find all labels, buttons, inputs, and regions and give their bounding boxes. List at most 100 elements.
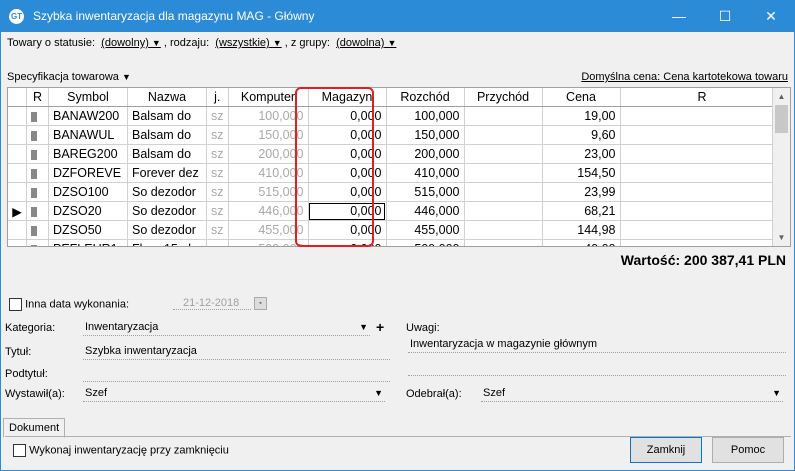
name-column-header[interactable]: Nazwa (127, 88, 207, 107)
in-qty-cell[interactable] (464, 144, 543, 164)
unit-cell[interactable]: sz (206, 182, 229, 202)
issued-by-select[interactable]: Szef ▼ (83, 385, 385, 402)
warehouse-qty-cell[interactable]: 0,000 (308, 220, 387, 240)
table-row[interactable]: BANAW200 Balsam do sz 100,000 0,000 100,000 19… (8, 106, 785, 126)
r-cell[interactable] (620, 182, 785, 202)
scroll-thumb[interactable] (775, 105, 788, 133)
price-cell[interactable]: 144,98 (542, 220, 621, 240)
price-cell[interactable]: 68,21 (542, 201, 621, 221)
status-filter-dropdown[interactable]: (dowolny) ▼ (101, 37, 161, 49)
r-cell[interactable] (620, 163, 785, 183)
r-cell[interactable] (620, 125, 785, 145)
group-filter-dropdown[interactable]: (dowolna) ▼ (336, 37, 396, 49)
category-select[interactable]: Inwentaryzacja ▼ (83, 319, 370, 336)
warehouse-qty-cell[interactable]: 0,000 (308, 106, 387, 126)
out-qty-cell[interactable]: 455,000 (386, 220, 465, 240)
name-cell[interactable]: So dezodor (127, 220, 207, 240)
out-qty-cell[interactable]: 515,000 (386, 182, 465, 202)
help-button[interactable]: Pomoc (712, 437, 784, 463)
price-cell[interactable]: 40,00 (542, 239, 621, 246)
price-cell[interactable]: 23,99 (542, 182, 621, 202)
name-cell[interactable]: So dezodor (127, 182, 207, 202)
default-price-link[interactable]: Domyślna cena: Cena kartotekowa towaru (581, 71, 788, 83)
table-row[interactable]: BAREG200 Balsam do sz 200,000 0,000 200,000 23… (8, 144, 785, 164)
name-cell[interactable]: Balsam do (127, 106, 207, 126)
r2-column-header[interactable]: R (620, 88, 785, 107)
notes-field-line[interactable] (408, 359, 786, 376)
subtitle-field[interactable] (83, 365, 390, 382)
grid-scrollbar[interactable]: ▲ ▼ (772, 88, 790, 246)
in-qty-cell[interactable] (464, 182, 543, 202)
r-cell[interactable] (620, 201, 785, 221)
computer-qty-cell[interactable]: 100,000 (228, 106, 309, 126)
price-cell[interactable]: 9,60 (542, 125, 621, 145)
computer-column-header[interactable]: Komputer (228, 88, 309, 107)
unit-cell[interactable]: sz (206, 201, 229, 221)
add-category-icon[interactable]: + (376, 319, 384, 335)
name-cell[interactable]: So dezodor (127, 201, 207, 221)
unit-cell[interactable]: sz (206, 144, 229, 164)
warehouse-qty-cell[interactable]: 0,000 (308, 163, 387, 183)
symbol-cell[interactable]: PEFLEUR1 (48, 239, 128, 246)
r-cell[interactable] (620, 144, 785, 164)
symbol-cell[interactable]: BAREG200 (48, 144, 128, 164)
symbol-cell[interactable]: BANAW200 (48, 106, 128, 126)
out-qty-cell[interactable]: 410,000 (386, 163, 465, 183)
symbol-cell[interactable]: DZSO100 (48, 182, 128, 202)
minimize-button[interactable]: — (656, 1, 702, 32)
r-cell[interactable] (620, 220, 785, 240)
computer-qty-cell[interactable]: 455,000 (228, 220, 309, 240)
unit-cell[interactable]: sz (206, 106, 229, 126)
unit-column-header[interactable]: j. (206, 88, 229, 107)
name-cell[interactable]: Balsam do (127, 144, 207, 164)
symbol-cell[interactable]: BANAWUL (48, 125, 128, 145)
name-cell[interactable]: Forever dez (127, 163, 207, 183)
warehouse-qty-cell[interactable]: 0,000 (308, 201, 387, 221)
warehouse-qty-cell[interactable]: 0,000 (308, 239, 387, 246)
in-qty-cell[interactable] (464, 239, 543, 246)
in-column-header[interactable]: Przychód (464, 88, 543, 107)
in-qty-cell[interactable] (464, 106, 543, 126)
unit-cell[interactable]: sz (206, 239, 229, 246)
symbol-cell[interactable]: DZFOREVE (48, 163, 128, 183)
unit-cell[interactable]: sz (206, 163, 229, 183)
close-window-button[interactable]: ✕ (748, 1, 794, 32)
table-row[interactable]: PEFLEUR1Fleur 15mlsz509,0000,000509,0004… (8, 239, 785, 246)
table-row[interactable]: DZSO50 So dezodor sz 455,000 0,000 455,000 144… (8, 220, 785, 240)
warehouse-column-header[interactable]: Magazyn (308, 88, 387, 107)
out-qty-cell[interactable]: 150,000 (386, 125, 465, 145)
computer-qty-cell[interactable]: 150,000 (228, 125, 309, 145)
symbol-cell[interactable]: DZSO50 (48, 220, 128, 240)
warehouse-qty-cell[interactable]: 0,000 (308, 125, 387, 145)
price-column-header[interactable]: Cena (542, 88, 621, 107)
r-cell[interactable] (620, 106, 785, 126)
date-field[interactable]: 21-12-2018 (173, 297, 251, 310)
computer-qty-cell[interactable]: 446,000 (228, 201, 309, 221)
computer-qty-cell[interactable]: 515,000 (228, 182, 309, 202)
kind-filter-dropdown[interactable]: (wszystkie) ▼ (215, 37, 281, 49)
price-cell[interactable]: 154,50 (542, 163, 621, 183)
tab-document[interactable]: Dokument (3, 418, 66, 438)
out-column-header[interactable]: Rozchód (386, 88, 465, 107)
close-button[interactable]: Zamknij (630, 437, 702, 463)
scroll-down-icon[interactable]: ▼ (773, 229, 790, 246)
unit-cell[interactable]: sz (206, 125, 229, 145)
price-cell[interactable]: 23,00 (542, 144, 621, 164)
in-qty-cell[interactable] (464, 201, 543, 221)
maximize-button[interactable]: ☐ (702, 1, 748, 32)
table-row[interactable]: BANAWUL Balsam do sz 150,000 0,000 150,000 9,6… (8, 125, 785, 145)
out-qty-cell[interactable]: 200,000 (386, 144, 465, 164)
in-qty-cell[interactable] (464, 163, 543, 183)
warehouse-qty-cell[interactable]: 0,000 (308, 144, 387, 164)
spec-dropdown[interactable]: Specyfikacja towarowa ▼ (7, 71, 131, 83)
computer-qty-cell[interactable]: 200,000 (228, 144, 309, 164)
out-qty-cell[interactable]: 446,000 (386, 201, 465, 221)
calendar-icon[interactable]: ▪ (254, 297, 267, 310)
items-grid[interactable]: R Symbol Nazwa j. Komputer Magazyn Rozchód Przy… (7, 87, 791, 247)
in-qty-cell[interactable] (464, 125, 543, 145)
out-qty-cell[interactable]: 509,000 (386, 239, 465, 246)
scroll-up-icon[interactable]: ▲ (773, 88, 790, 105)
symbol-column-header[interactable]: Symbol (48, 88, 128, 107)
price-cell[interactable]: 19,00 (542, 106, 621, 126)
name-cell[interactable]: Balsam do (127, 125, 207, 145)
